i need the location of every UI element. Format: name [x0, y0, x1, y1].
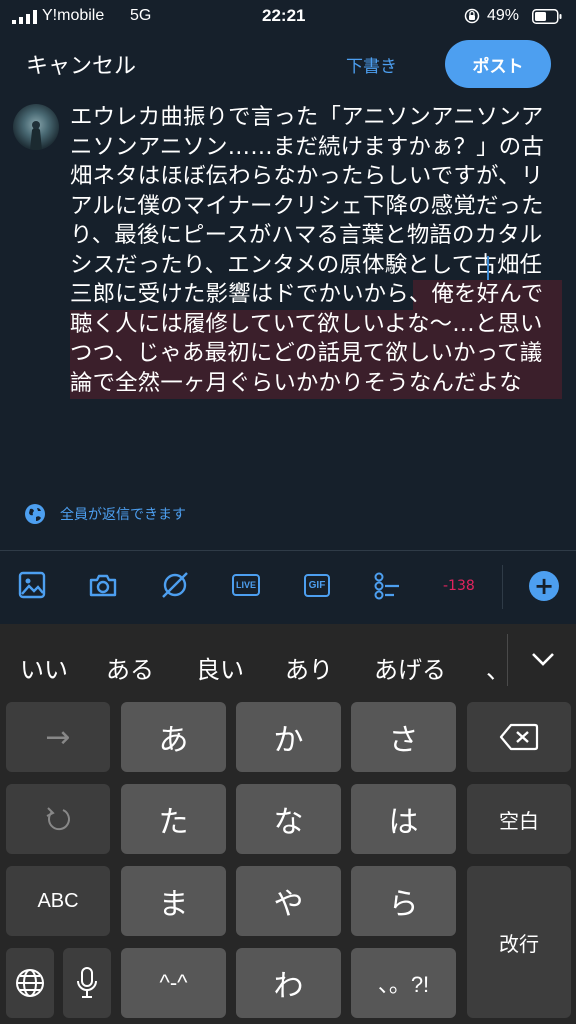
key-sa[interactable]: さ — [351, 702, 456, 772]
globe-icon — [25, 504, 45, 524]
image-icon[interactable] — [17, 570, 47, 600]
avatar[interactable] — [13, 104, 59, 150]
globe-key[interactable] — [6, 948, 54, 1018]
live-label: LIVE — [231, 574, 260, 596]
add-thread-button[interactable]: + — [529, 571, 559, 601]
return-key[interactable]: 改行 — [467, 866, 571, 1018]
carrier-name: Y!mobile — [42, 7, 105, 24]
tweet-line: り、最後にピースがハマる言葉と物語のカタル — [70, 222, 543, 248]
punctuation-key[interactable]: 、。?! — [351, 948, 456, 1018]
key-wa[interactable]: わ — [236, 948, 341, 1018]
key-ta[interactable]: た — [121, 784, 226, 854]
signal-strength-icon — [12, 10, 37, 24]
undo-key[interactable] — [6, 784, 110, 854]
gif-label: GIF — [303, 573, 331, 597]
avatar-figure-icon — [30, 121, 42, 150]
suggestion[interactable]: いい — [20, 650, 68, 685]
tweet-compose-text[interactable]: エウレカ曲振りで言った「アニソンアニソンア ニソンアニソン……まだ続けますかぁ？」… — [70, 103, 562, 398]
tweet-line: 聴く人には履修していて欲しいよな〜…と思い — [70, 310, 543, 337]
tweet-line: アルに僕のマイナークリシェ下降の感覚だった — [70, 192, 544, 219]
divider — [502, 565, 503, 609]
key-ya[interactable]: や — [236, 866, 341, 936]
tweet-line: エウレカ曲振りで言った「アニソンアニソンア — [70, 104, 544, 130]
tweet-line: 畑ネタはほぼ伝わらなかったらしいですが、リ — [70, 163, 544, 189]
backspace-key[interactable] — [467, 702, 571, 772]
live-icon[interactable]: LIVE — [231, 570, 261, 600]
suggestion[interactable]: あげる — [374, 650, 446, 685]
tweet-line: ニソンアニソン……まだ続けますかぁ？」の古 — [70, 133, 544, 160]
camera-icon[interactable] — [88, 570, 118, 600]
poll-icon[interactable] — [372, 570, 402, 600]
suggestion[interactable]: ある — [106, 650, 154, 685]
divider — [0, 550, 576, 551]
microphone-icon — [77, 967, 97, 998]
no-signal-icon[interactable] — [160, 570, 190, 600]
character-counter: -138 — [443, 578, 475, 594]
text-cursor — [487, 256, 489, 280]
kaomoji-key[interactable]: ^-^ — [121, 948, 226, 1018]
reply-setting-label: 全員が返信できます — [60, 507, 186, 523]
network-type: 5G — [130, 7, 152, 24]
status-bar: Y!mobile 5G 22:21 49% — [0, 0, 576, 34]
reply-setting-button[interactable]: 全員が返信できます — [24, 502, 186, 526]
abc-key[interactable]: ABC — [6, 866, 110, 936]
key-ra[interactable]: ら — [351, 866, 456, 936]
space-key[interactable]: 空白 — [467, 784, 571, 854]
arrow-right-icon: → — [45, 719, 71, 755]
tweet-line: つつ、じゃあ最初にどの話見て欲しいかって議 — [70, 340, 543, 366]
suggestion[interactable]: 良い — [196, 650, 244, 685]
globe-icon — [16, 969, 44, 997]
battery-icon — [532, 9, 562, 24]
cancel-button[interactable]: キャンセル — [26, 48, 136, 80]
gif-icon[interactable]: GIF — [302, 570, 332, 600]
undo-icon — [46, 807, 70, 831]
tweet-line: 論で全然一ヶ月ぐらいかかりそうなんだよな — [70, 369, 522, 396]
suggestion-bar: いい ある 良い あり あげる 、 — [0, 624, 576, 702]
key-a[interactable]: あ — [121, 702, 226, 772]
divider — [507, 634, 508, 686]
backspace-icon — [499, 723, 539, 751]
rotation-lock-icon — [464, 8, 480, 24]
chevron-down-icon[interactable] — [530, 646, 556, 672]
post-button[interactable]: ポスト — [445, 40, 551, 88]
keyboard: いい ある 良い あり あげる 、 → あ か さ た な は 空白 ABC ま… — [0, 624, 576, 1024]
key-ma[interactable]: ま — [121, 866, 226, 936]
clock: 22:21 — [262, 6, 306, 25]
battery-percent: 49% — [487, 7, 520, 24]
microphone-key[interactable] — [63, 948, 111, 1018]
drafts-button[interactable]: 下書き — [346, 52, 397, 77]
key-ka[interactable]: か — [236, 702, 341, 772]
tweet-line: 三郎に受けた影響はドでかいから、俺を好んで — [70, 281, 544, 307]
key-na[interactable]: な — [236, 784, 341, 854]
arrow-right-key[interactable]: → — [6, 702, 110, 772]
suggestion[interactable]: あり — [285, 650, 333, 685]
key-ha[interactable]: は — [351, 784, 456, 854]
